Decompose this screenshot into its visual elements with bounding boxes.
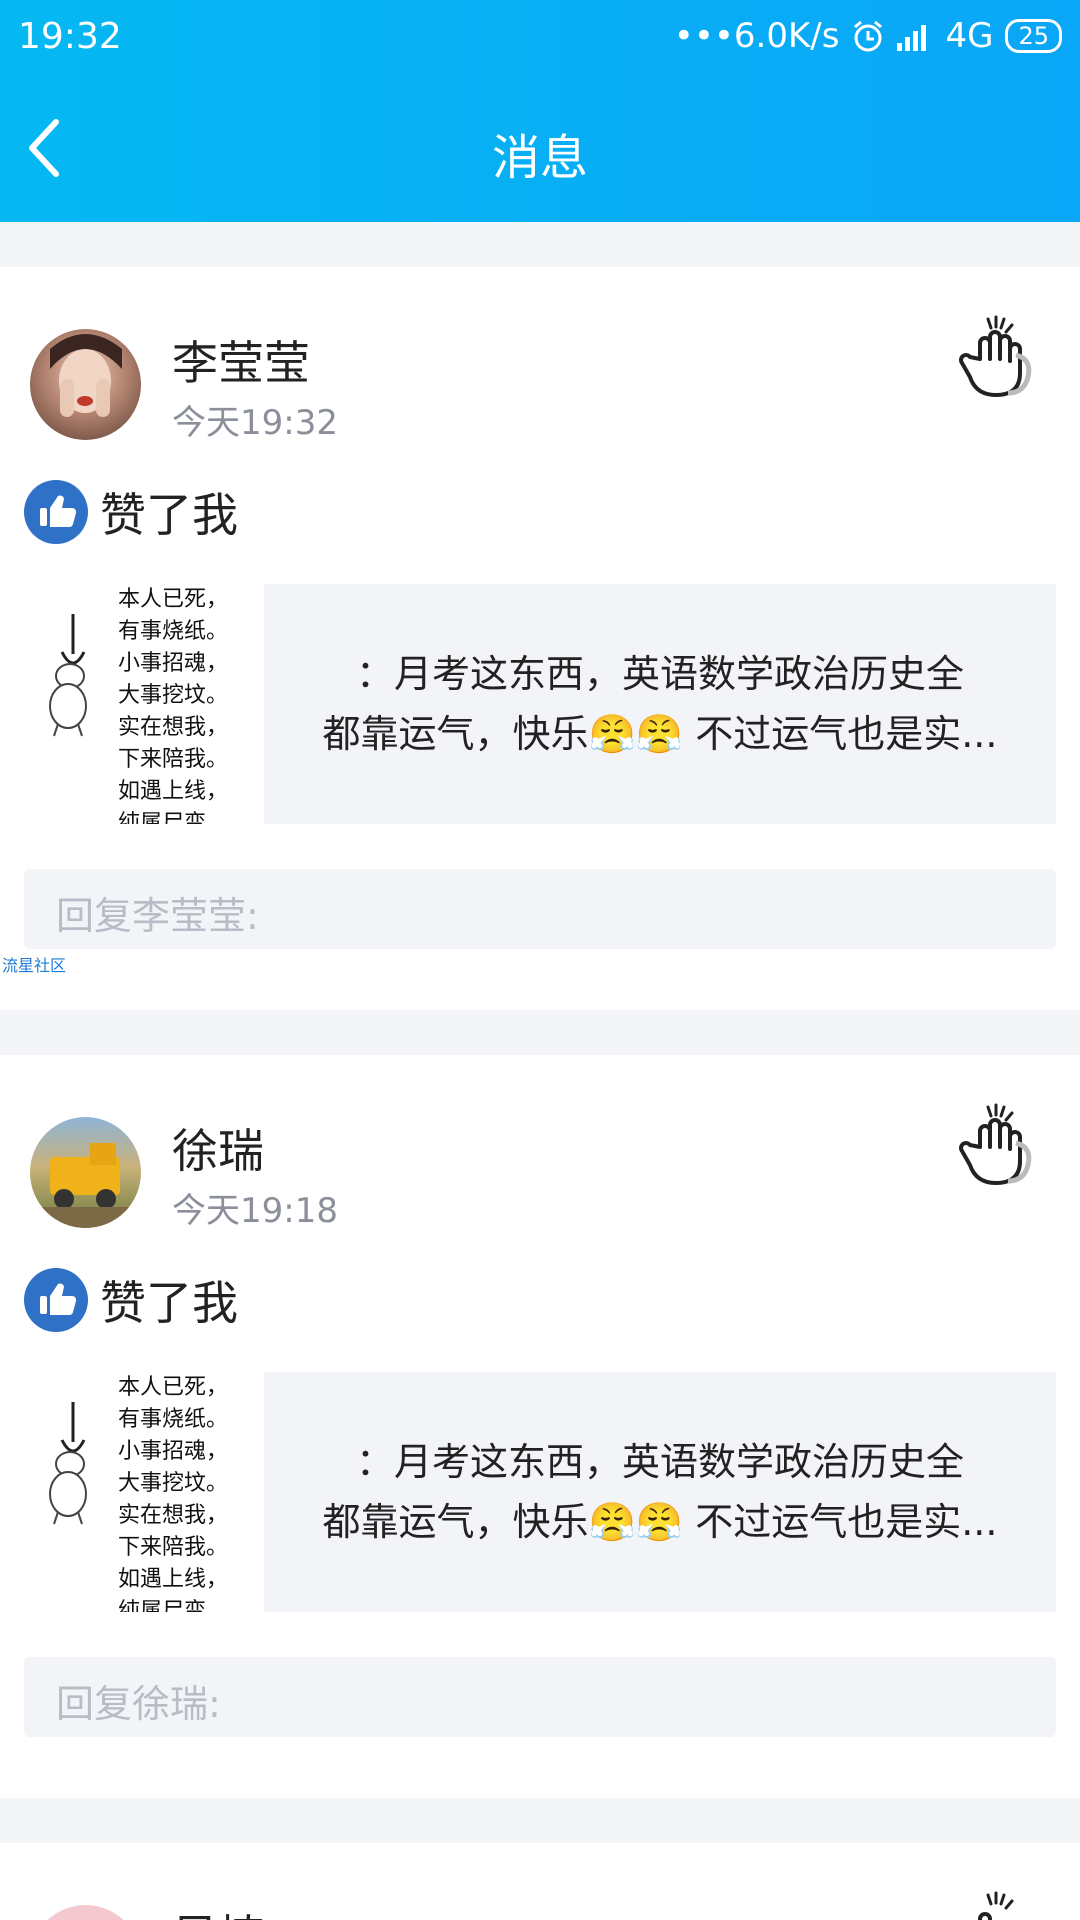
wave-hand-icon[interactable] <box>958 1891 1032 1920</box>
net-speed: •••6.0K/s <box>673 16 840 56</box>
signal-icon <box>897 25 927 51</box>
reply-placeholder: 回复徐瑞: <box>56 1682 221 1726</box>
watermark: 流星社区 <box>2 956 67 975</box>
thumbs-up-icon <box>40 1283 77 1316</box>
wave-hand-icon[interactable] <box>958 1103 1032 1189</box>
reply-placeholder: 回复李莹莹: <box>56 894 259 938</box>
quoted-post[interactable]: ：月考这东西，英语数学政治历史全 都靠运气，快乐😤😤 不过运气也是实... <box>264 1372 1056 1612</box>
message-card: 徐瑞 今天19:18 赞了我 本人已死， 有事烧纸。 小事招魂， 大事挖坟。 实在想… <box>0 1055 1080 1798</box>
status-icons: •••6.0K/s 4G 25 <box>674 16 1062 56</box>
message-card: 吴楠 <box>0 1843 1080 1920</box>
message-card: 李莹莹 今天19:32 赞了我 本人已死， 有事烧纸。 小事招魂， 大事挖坟。 实在… <box>0 267 1080 1010</box>
post-thumbnail[interactable]: 本人已死， 有事烧纸。 小事招魂， 大事挖坟。 实在想我， 下来陪我。 如遇上线， 纯属… <box>24 1372 264 1612</box>
page-title: 消息 <box>491 130 588 186</box>
action-text: 赞了我 <box>100 1276 238 1330</box>
sender-name[interactable]: 徐瑞 <box>172 1115 264 1181</box>
quote-line: 都靠运气，快乐😤😤 不过运气也是实... <box>322 712 998 756</box>
thumbs-up-icon <box>40 495 77 528</box>
post-thumbnail[interactable]: 本人已死， 有事烧纸。 小事招魂， 大事挖坟。 实在想我， 下来陪我。 如遇上线， 纯属… <box>24 584 264 824</box>
thumbnail-text: 本人已死， 有事烧纸。 小事招魂， 大事挖坟。 实在想我， 下来陪我。 如遇上线， 纯属… <box>118 1375 229 1612</box>
status-bar: 19:32 •••6.0K/s 4G 25 <box>0 0 1080 74</box>
action-text: 赞了我 <box>100 488 238 542</box>
like-badge <box>24 480 88 544</box>
message-time: 今天19:32 <box>172 403 338 443</box>
sender-name[interactable]: 吴楠 <box>172 1901 264 1920</box>
avatar[interactable] <box>30 1117 141 1228</box>
hanging-figure-icon <box>49 1402 87 1525</box>
hanging-figure-icon <box>49 614 87 737</box>
message-time: 今天19:18 <box>172 1191 338 1231</box>
reply-input[interactable]: 回复徐瑞: <box>24 1657 1056 1737</box>
like-badge <box>24 1268 88 1332</box>
alarm-icon <box>854 20 883 52</box>
sender-name[interactable]: 李莹莹 <box>172 327 310 393</box>
quote-line: 都靠运气，快乐😤😤 不过运气也是实... <box>322 1500 998 1544</box>
avatar-photo <box>30 1143 141 1228</box>
status-time: 19:32 <box>18 16 122 57</box>
avatar-photo <box>50 334 122 417</box>
avatar[interactable] <box>30 329 141 440</box>
thumbnail-text: 本人已死， 有事烧纸。 小事招魂， 大事挖坟。 实在想我， 下来陪我。 如遇上线， 纯属… <box>118 587 229 824</box>
network-type: 4G <box>945 16 994 56</box>
quoted-post[interactable]: ：月考这东西，英语数学政治历史全 都靠运气，快乐😤😤 不过运气也是实... <box>264 584 1056 824</box>
reply-input[interactable]: 回复李莹莹: <box>24 869 1056 949</box>
quote-line: ：月考这东西，英语数学政治历史全 <box>355 1440 964 1484</box>
wave-hand-icon[interactable] <box>958 315 1032 401</box>
quote-line: ：月考这东西，英语数学政治历史全 <box>355 652 964 696</box>
battery-indicator: 25 <box>1005 19 1062 53</box>
app-header: 19:32 •••6.0K/s 4G 25 消息 <box>0 0 1080 222</box>
avatar[interactable] <box>30 1905 141 1920</box>
